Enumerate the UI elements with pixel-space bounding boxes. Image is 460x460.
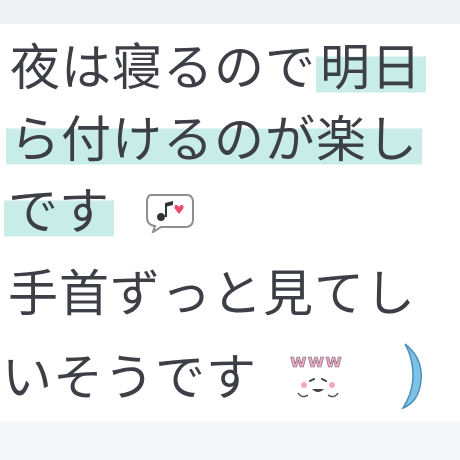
- bottom-strip: [0, 422, 460, 460]
- message-line-2-highlight: ら付けるのが楽し: [6, 111, 422, 169]
- message-line-1-text: 夜は寝るので: [10, 39, 316, 97]
- message-line-1-highlight: 明日: [316, 39, 426, 97]
- message-line-2: ら付けるのが楽し: [6, 110, 422, 170]
- message-line-5-text: いそうです: [2, 349, 257, 407]
- chat-screenshot: 夜は寝るので明日 ら付けるのが楽し です 手首ずっと見てし いそうです www: [0, 0, 460, 460]
- music-note-bubble-icon: [143, 186, 195, 246]
- www-label: www: [290, 351, 343, 372]
- message-line-1: 夜は寝るので明日: [10, 38, 426, 98]
- message-line-3-highlight: です: [4, 183, 114, 241]
- crescent-moon-icon: [395, 340, 425, 423]
- top-strip: [0, 0, 460, 24]
- message-line-3: です: [4, 182, 195, 246]
- www-laughing-icon: www: [286, 345, 350, 418]
- message-line-4: 手首ずっと見てし: [8, 264, 416, 324]
- message-line-4-text: 手首ずっと見てし: [8, 265, 416, 323]
- message-line-5: いそうです www: [2, 340, 425, 423]
